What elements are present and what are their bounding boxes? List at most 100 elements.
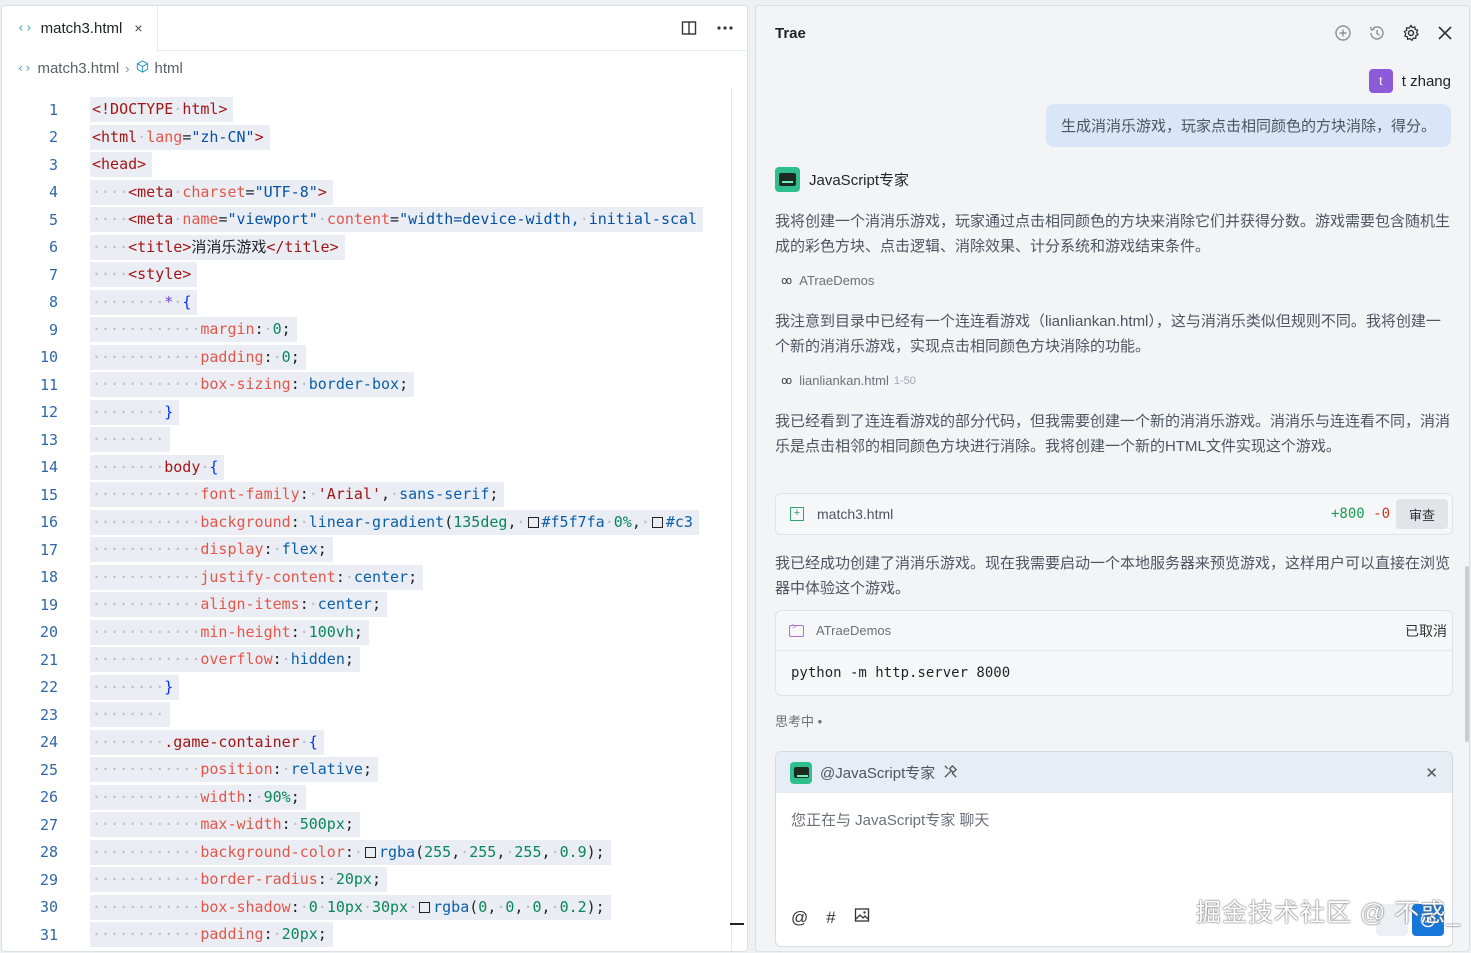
scroll-position-marker bbox=[730, 923, 744, 925]
breadcrumb: ‹› match3.html › html bbox=[2, 51, 747, 85]
at-mention-icon[interactable]: @ bbox=[791, 908, 808, 928]
chat-header: Trae bbox=[756, 6, 1469, 60]
code-line[interactable]: 26 ············width:·90%; bbox=[2, 784, 747, 812]
user-header: t t zhang bbox=[1368, 69, 1451, 93]
editor-scrollbar[interactable] bbox=[731, 88, 747, 951]
code-text: ············padding:·20px; bbox=[90, 922, 333, 947]
code-line[interactable]: 30 ············box-shadow:·0·10px·30px· rg… bbox=[2, 894, 747, 922]
gear-icon[interactable] bbox=[1401, 23, 1421, 43]
terminal-directory: ATraeDemos bbox=[816, 623, 892, 638]
agent-paragraph-1: 我将创建一个消消乐游戏，玩家通过点击相同颜色的方块来消除它们并获得分数。游戏需要… bbox=[775, 213, 1451, 255]
code-line[interactable]: 18 ············justify-content:·center; bbox=[2, 564, 747, 592]
tab-close-icon[interactable]: × bbox=[134, 20, 142, 36]
code-line[interactable]: 21 ············overflow:·hidden; bbox=[2, 646, 747, 674]
code-line[interactable]: 9 ············margin:·0; bbox=[2, 316, 747, 344]
code-line[interactable]: 23 ········ bbox=[2, 701, 747, 729]
code-line[interactable]: 7 ····<style> bbox=[2, 261, 747, 289]
code-line[interactable]: 8 ········*·{ bbox=[2, 289, 747, 317]
close-icon[interactable] bbox=[1435, 23, 1455, 43]
line-number: 7 bbox=[48, 265, 58, 284]
file-added-icon: + bbox=[790, 507, 804, 521]
chat-input[interactable] bbox=[776, 793, 1452, 893]
code-line[interactable]: 20 ············min-height:·100vh; bbox=[2, 619, 747, 647]
agent-paragraph-4: 我已经成功创建了消消乐游戏。现在我需要启动一个本地服务器来预览游戏，这样用户可以… bbox=[775, 555, 1451, 597]
lines-added: +800 bbox=[1330, 506, 1365, 522]
context-reference-1[interactable]: oo ATraeDemos bbox=[781, 273, 874, 288]
code-line[interactable]: 22 ········} bbox=[2, 674, 747, 702]
agent-paragraph-2: 我注意到目录中已经有一个连连看游戏（lianliankan.html），这与消消… bbox=[775, 313, 1441, 355]
code-text: ············position:·relative; bbox=[90, 757, 378, 782]
chat-composer: @JavaScript专家 ✕ @ # bbox=[775, 751, 1453, 947]
line-number: 24 bbox=[39, 733, 58, 752]
agent-avatar-icon bbox=[775, 167, 800, 192]
tab-match3-html[interactable]: ‹› match3.html × bbox=[2, 6, 158, 51]
new-chat-icon[interactable] bbox=[1333, 23, 1353, 43]
code-line[interactable]: 17 ············display:·flex; bbox=[2, 536, 747, 564]
chat-title: Trae bbox=[775, 24, 806, 42]
line-number: 25 bbox=[39, 760, 58, 779]
reference-label: lianliankan.html bbox=[799, 373, 889, 388]
code-line[interactable]: 10 ············padding:·0; bbox=[2, 344, 747, 372]
line-number: 16 bbox=[39, 513, 58, 532]
code-text: ············font-family:·'Arial',·sans-s… bbox=[90, 482, 505, 507]
diff-stats: +800 -0 bbox=[1331, 506, 1390, 522]
code-line[interactable]: 19 ············align-items:·center; bbox=[2, 591, 747, 619]
code-text: ········ bbox=[90, 427, 171, 452]
code-text: ········.game-container·{ bbox=[90, 729, 324, 755]
file-change-name[interactable]: match3.html bbox=[817, 506, 893, 522]
code-line[interactable]: 13 ········ bbox=[2, 426, 747, 454]
code-text: ····<meta·name="viewport"·content="width… bbox=[90, 207, 704, 232]
code-text: ········body·{ bbox=[90, 454, 225, 480]
code-line[interactable]: 25 ············position:·relative; bbox=[2, 756, 747, 784]
file-change-card[interactable]: + match3.html +800 -0 审查 bbox=[775, 493, 1453, 535]
code-line[interactable]: 1 <!DOCTYPE·html> bbox=[2, 96, 747, 124]
tab-label: match3.html bbox=[40, 19, 123, 37]
code-line[interactable]: 6 ····<title>消消乐游戏</title> bbox=[2, 234, 747, 262]
editor-tab-bar: ‹› match3.html × bbox=[2, 6, 747, 51]
terminal-status: 已取消 bbox=[1405, 622, 1447, 639]
code-text: ············min-height:·100vh; bbox=[90, 619, 369, 645]
code-line[interactable]: 27 ············max-width:·500px; bbox=[2, 811, 747, 839]
code-line[interactable]: 16 ············background:·linear-gradien… bbox=[2, 509, 747, 537]
code-line[interactable]: 3 <head> bbox=[2, 151, 747, 179]
terminal-icon bbox=[789, 622, 804, 637]
code-line[interactable]: 29 ············border-radius:·20px; bbox=[2, 866, 747, 894]
context-reference-2[interactable]: oo lianliankan.html 1-50 bbox=[781, 373, 916, 388]
assistant-chat-pane: Trae t t zhang 生成消消乐游戏，玩家点击相同颜色的方块消除，得分。… bbox=[755, 5, 1470, 952]
code-line[interactable]: 2 <html·lang="zh-CN"> bbox=[2, 124, 747, 152]
code-line[interactable]: 28 ············background-color:· rgba(255… bbox=[2, 839, 747, 867]
line-number: 1 bbox=[48, 100, 58, 119]
history-icon[interactable] bbox=[1367, 23, 1387, 43]
breadcrumb-node[interactable]: html bbox=[155, 60, 183, 77]
attachment-button[interactable] bbox=[1376, 904, 1408, 936]
split-editor-icon[interactable] bbox=[679, 18, 699, 38]
code-text: ········*·{ bbox=[90, 289, 198, 315]
code-line[interactable]: 12 ········} bbox=[2, 399, 747, 427]
code-area[interactable]: 1 <!DOCTYPE·html> 2 <html·lang="zh-CN"> 3 <he… bbox=[2, 96, 747, 951]
tools-icon[interactable] bbox=[943, 764, 958, 782]
code-text: ············display:·flex; bbox=[90, 537, 333, 562]
terminal-command: python -m http.server 8000 bbox=[791, 665, 1011, 681]
chat-scrollbar[interactable] bbox=[1465, 566, 1469, 742]
code-line[interactable]: 15 ············font-family:·'Arial',·sans… bbox=[2, 481, 747, 509]
breadcrumb-file[interactable]: match3.html bbox=[37, 60, 119, 77]
hash-context-icon[interactable]: # bbox=[826, 908, 835, 928]
terminal-card-header: ATraeDemos 已取消 bbox=[776, 611, 1452, 651]
code-line[interactable]: 5 ····<meta·name="viewport"·content="widt… bbox=[2, 206, 747, 234]
line-number: 4 bbox=[48, 183, 58, 202]
code-line[interactable]: 14 ········body·{ bbox=[2, 454, 747, 482]
code-text: ············box-shadow:·0·10px·30px· rgba… bbox=[90, 894, 611, 920]
agent-name: JavaScript专家 bbox=[809, 172, 910, 189]
code-line[interactable]: 24 ········.game-container·{ bbox=[2, 729, 747, 757]
line-number: 5 bbox=[48, 210, 58, 229]
remove-agent-icon[interactable]: ✕ bbox=[1425, 764, 1438, 782]
image-upload-icon[interactable] bbox=[854, 907, 870, 928]
code-line[interactable]: 31 ············padding:·20px; bbox=[2, 921, 747, 949]
code-line[interactable]: 11 ············box-sizing:·border-box; bbox=[2, 371, 747, 399]
code-line[interactable]: 4 ····<meta·charset="UTF-8"> bbox=[2, 179, 747, 207]
review-button[interactable]: 审查 bbox=[1396, 499, 1448, 529]
line-number: 17 bbox=[39, 540, 58, 559]
send-button[interactable] bbox=[1412, 904, 1444, 936]
agent-mention: @JavaScript专家 bbox=[820, 765, 936, 782]
more-actions-icon[interactable] bbox=[715, 18, 735, 38]
